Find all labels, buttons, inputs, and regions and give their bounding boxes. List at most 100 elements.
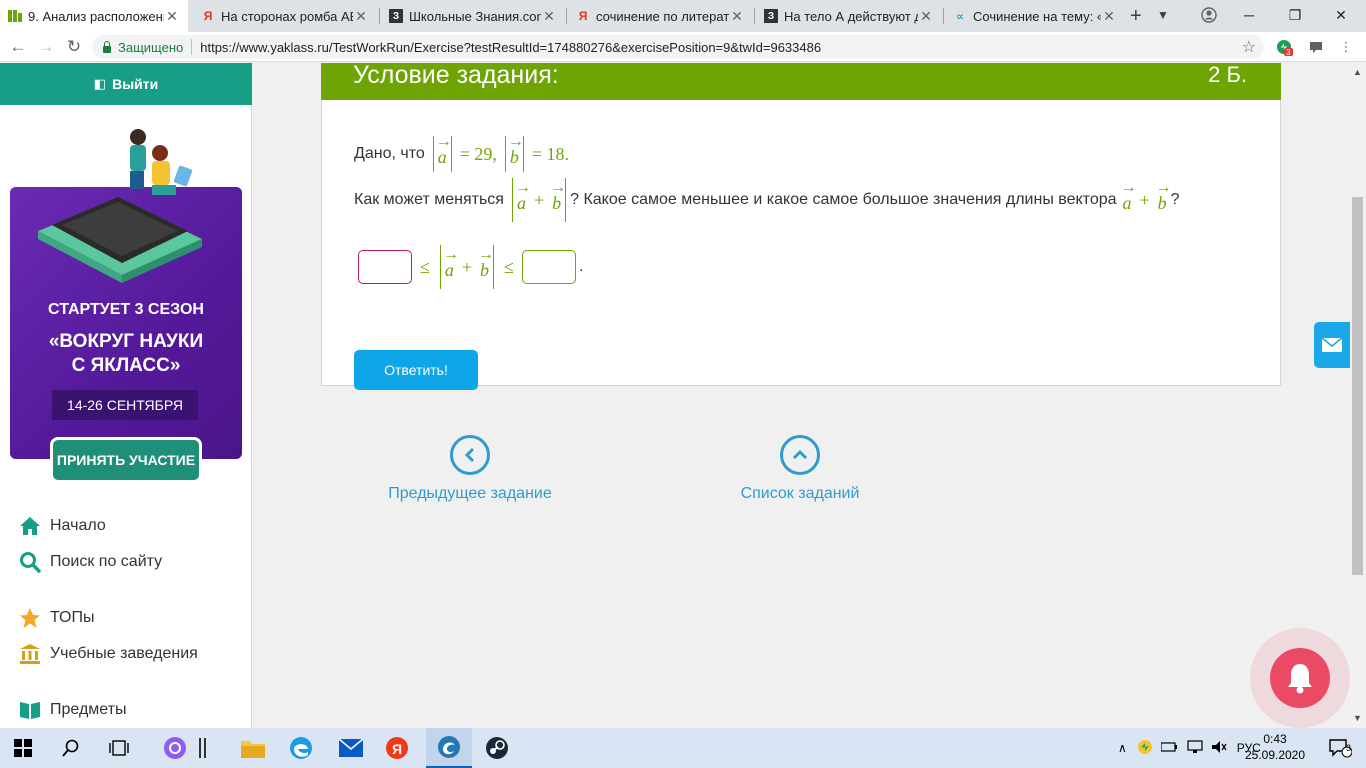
- question-suffix: ?: [1170, 191, 1180, 208]
- book-icon: [18, 698, 42, 722]
- close-icon[interactable]: ✕: [729, 8, 745, 25]
- extension-icon[interactable]: 3: [1275, 38, 1293, 57]
- min-answer-input[interactable]: [358, 250, 412, 284]
- close-icon[interactable]: ✕: [541, 8, 557, 25]
- leq-sign: ≤: [420, 256, 430, 277]
- plus-sign: +: [461, 256, 473, 277]
- plus-sign: +: [533, 189, 545, 210]
- mail-icon[interactable]: [1314, 322, 1350, 368]
- tab-yaklass[interactable]: 9. Анализ расположени ✕: [0, 0, 188, 32]
- bell-icon: [1270, 648, 1330, 708]
- task-list-link[interactable]: Список заданий: [720, 435, 880, 503]
- yandex-browser-icon[interactable]: Я: [374, 728, 420, 768]
- search-icon: [18, 550, 42, 574]
- prev-task-link[interactable]: Предыдущее задание: [380, 435, 560, 503]
- question-prefix: Как может меняться: [354, 191, 504, 208]
- scrollbar-thumb[interactable]: [1352, 197, 1363, 575]
- yandex-icon: Я: [578, 9, 588, 23]
- nav-subjects[interactable]: Предметы: [18, 698, 126, 722]
- sidebar: ◧ Выйти СТАРТУЕТ 3 СЕЗОН «ВОКРУГ НАУКИ С…: [0, 63, 252, 728]
- tab-telo[interactable]: З На тело А действуют дв ✕: [756, 0, 942, 32]
- search-icon[interactable]: [48, 728, 94, 768]
- tab-title: Школьные Знания.com: [409, 8, 541, 24]
- nav-schools[interactable]: Учебные заведения: [18, 642, 198, 666]
- windows-start-icon[interactable]: [0, 728, 46, 768]
- close-icon[interactable]: ✕: [918, 8, 934, 25]
- close-icon[interactable]: ✕: [164, 8, 180, 25]
- submit-button[interactable]: Ответить!: [354, 350, 478, 390]
- close-icon[interactable]: ✕: [1101, 8, 1117, 25]
- tab-znanija[interactable]: З Школьные Знания.com ✕: [381, 0, 565, 32]
- file-explorer-icon[interactable]: [230, 728, 276, 768]
- restore-icon[interactable]: ❐: [1272, 0, 1318, 30]
- close-icon[interactable]: ✕: [353, 8, 369, 25]
- browser-toolbar: ← → ↻ Защищено https://www.yaklass.ru/Te…: [0, 32, 1366, 62]
- notification-bell-button[interactable]: [1250, 628, 1350, 728]
- task-header: Условие задания: 2 Б.: [321, 63, 1281, 100]
- menu-dots-icon[interactable]: ⋮: [1337, 38, 1355, 56]
- reload-icon[interactable]: ↻: [62, 36, 86, 58]
- yandex-icon: Я: [203, 9, 213, 23]
- tab-separator: [566, 8, 567, 24]
- vector-a: a: [443, 246, 459, 281]
- forward-icon[interactable]: →: [34, 36, 58, 58]
- vector-b: b: [508, 133, 524, 168]
- notifications-icon[interactable]: 3: [1318, 728, 1362, 768]
- logout-button[interactable]: ◧ Выйти: [0, 63, 252, 105]
- tab-title: 9. Анализ расположени: [28, 8, 164, 24]
- chevron-up-icon[interactable]: ∧: [1118, 741, 1127, 755]
- notification-count: 3: [1346, 743, 1352, 753]
- task-view-icon[interactable]: [96, 728, 142, 768]
- answer-line: ≤ a + b ≤ .: [358, 244, 583, 290]
- vector-b: b: [478, 246, 494, 281]
- pipe-icon[interactable]: [192, 728, 214, 768]
- nav-schools-label: Учебные заведения: [50, 645, 198, 662]
- promo-illustration: [38, 129, 202, 283]
- steam-icon[interactable]: [474, 728, 520, 768]
- bookmark-star-icon[interactable]: ☆: [1242, 37, 1256, 57]
- taskbar-clock[interactable]: 0:43 25.09.2020: [1240, 731, 1310, 763]
- scroll-up-icon[interactable]: ▲: [1353, 67, 1362, 77]
- network-icon[interactable]: [1187, 739, 1203, 757]
- promo-participate-button[interactable]: ПРИНЯТЬ УЧАСТИЕ: [50, 437, 202, 483]
- address-bar[interactable]: Защищено https://www.yaklass.ru/TestWork…: [92, 35, 1264, 59]
- edge-icon[interactable]: [278, 728, 324, 768]
- svg-text:Я: Я: [392, 741, 402, 757]
- chevron-left-icon: [450, 435, 490, 475]
- volume-icon[interactable]: [1211, 740, 1227, 757]
- new-tab-icon[interactable]: +: [1130, 5, 1142, 28]
- tab-romb[interactable]: Я На сторонах ромба АВС ✕: [193, 0, 377, 32]
- max-answer-input[interactable]: [521, 250, 576, 284]
- window-close-icon[interactable]: ✕: [1318, 0, 1364, 30]
- tab-sochinenie[interactable]: Я сочинение по литерату ✕: [568, 0, 753, 32]
- tab-separator: [379, 8, 380, 24]
- scroll-down-icon[interactable]: ▼: [1353, 713, 1362, 723]
- given-math: a = 29, b = 18.: [429, 133, 569, 172]
- vector-b: b: [550, 179, 566, 214]
- chat-icon[interactable]: [1307, 38, 1325, 56]
- chrome-taskbar-icon[interactable]: [426, 728, 472, 768]
- vector-a: a: [436, 133, 452, 168]
- leq-sign: ≤: [504, 256, 514, 277]
- logout-label: Выйти: [112, 76, 159, 92]
- url-text[interactable]: https://www.yaklass.ru/TestWorkRun/Exerc…: [200, 40, 821, 55]
- tab-infourok[interactable]: ∝ Сочинение на тему: «И ✕: [945, 0, 1125, 32]
- page-scrollbar[interactable]: ▲ ▼: [1350, 63, 1366, 728]
- question-math-vec: a + b: [1121, 179, 1172, 214]
- given-prefix: Дано, что: [354, 145, 425, 162]
- mail-app-icon[interactable]: [328, 728, 374, 768]
- plus-sign: +: [1139, 189, 1150, 210]
- back-icon[interactable]: ←: [6, 36, 30, 58]
- nav-home[interactable]: Начало: [18, 514, 106, 538]
- tab-separator: [943, 8, 944, 24]
- minimize-icon[interactable]: ─: [1226, 0, 1272, 30]
- question-middle: ? Какое самое меньшее и какое самое боль…: [570, 191, 1117, 208]
- nav-tops[interactable]: ТОПы: [18, 606, 95, 630]
- antivirus-icon[interactable]: [1137, 739, 1153, 758]
- promo-line3: С ЯКЛАСС»: [71, 355, 181, 376]
- battery-icon[interactable]: [1160, 741, 1179, 756]
- chevron-down-icon[interactable]: ▼: [1157, 8, 1169, 22]
- question-math-sum: a + b: [508, 178, 570, 222]
- nav-search[interactable]: Поиск по сайту: [18, 550, 162, 574]
- given-line: Дано, что a = 29, b = 18.: [354, 133, 569, 174]
